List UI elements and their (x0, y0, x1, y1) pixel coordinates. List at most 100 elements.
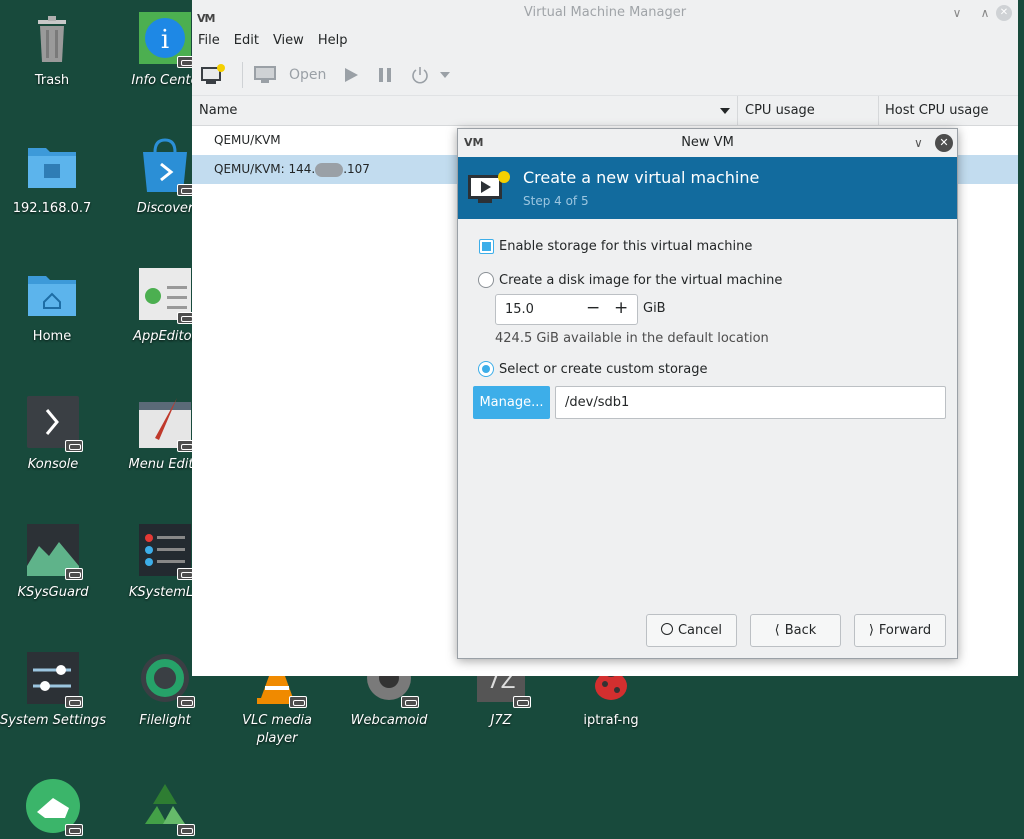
increment-icon[interactable]: + (614, 298, 628, 318)
menu-help[interactable]: Help (318, 33, 348, 48)
desktop-icon-label: Filelight (139, 713, 191, 728)
new-vm-dialog: VM New VM ∨ ✕ Create a new virtual machi… (457, 128, 958, 659)
dialog-close-icon[interactable]: ✕ (935, 134, 953, 152)
storage-path-field[interactable]: /dev/sdb1 (555, 386, 946, 419)
chevron-left-icon: ⟨ (774, 623, 780, 638)
link-icon (177, 696, 195, 708)
link-icon (65, 696, 83, 708)
back-button[interactable]: ⟨ Back (750, 614, 841, 647)
desktop-icon-label: KSysGuard (17, 585, 89, 600)
menu-view[interactable]: View (273, 33, 304, 48)
konsole-icon (25, 394, 83, 452)
column-name[interactable]: Name (199, 103, 237, 118)
toolbar: Open (192, 54, 1018, 96)
dialog-titlebar: VM New VM ∨ ✕ (458, 129, 957, 157)
dialog-body: Enable storage for this virtual machine … (458, 219, 957, 658)
desktop-icon-trash[interactable]: Trash (0, 10, 107, 90)
desktop-icon-home[interactable]: Home (0, 266, 107, 346)
desktop-icon-label: System Settings (0, 713, 106, 728)
power-icon (412, 66, 429, 83)
close-window-icon[interactable]: ✕ (996, 5, 1012, 21)
forward-button[interactable]: ⟩ Forward (854, 614, 946, 647)
manage-button[interactable]: Manage... (473, 386, 550, 419)
enable-storage-label: Enable storage for this virtual machine (499, 239, 753, 254)
link-icon (289, 696, 307, 708)
maximize-chevron-icon[interactable]: ∧ (976, 4, 994, 22)
ksystemlog-icon (137, 522, 195, 580)
desktop-icon-network-folder[interactable]: 192.168.0.7 (0, 138, 107, 218)
forward-label: Forward (878, 623, 932, 638)
app-logo-icon: VM (464, 136, 484, 149)
column-host-cpu-usage[interactable]: Host CPU usage (885, 103, 989, 118)
menubar: File Edit View Help (192, 26, 1018, 54)
link-icon (401, 696, 419, 708)
recycle-icon (137, 778, 195, 836)
chevron-right-icon: ⟩ (868, 623, 874, 638)
dropdown-arrow-icon (440, 71, 451, 78)
disk-size-unit: GiB (643, 301, 666, 316)
menu-file[interactable]: File (198, 33, 220, 48)
desktop-icon-label: 192.168.0.7 (12, 201, 92, 216)
pause-icon (379, 67, 392, 82)
sort-arrow-icon (720, 108, 730, 114)
connection-label-prefix: QEMU/KVM: 144. (214, 162, 316, 176)
shutdown-button[interactable] (410, 65, 430, 85)
toolbar-separator (242, 61, 243, 88)
trash-icon (24, 10, 80, 66)
dialog-minimize-chevron-icon[interactable]: ∨ (914, 129, 923, 157)
shutdown-menu-dropdown[interactable] (440, 71, 451, 79)
link-icon (65, 440, 83, 452)
open-label: Open (289, 66, 327, 83)
desktop-icon-konsole[interactable]: Konsole (0, 394, 108, 474)
menu-edit[interactable]: Edit (234, 33, 259, 48)
anteater-app-icon (25, 778, 83, 836)
monitor-icon (254, 65, 276, 83)
column-divider (878, 96, 879, 126)
link-icon (65, 568, 83, 580)
new-vm-button[interactable] (200, 63, 226, 87)
desktop-icon-system-settings[interactable]: System Settings (0, 650, 108, 730)
available-space-text: 424.5 GiB available in the default locat… (495, 331, 769, 346)
desktop-icon-anteater[interactable] (0, 778, 108, 839)
cancel-icon (660, 623, 673, 635)
home-folder-icon (24, 266, 80, 322)
desktop-icon-label: Home (32, 329, 72, 344)
back-label: Back (784, 623, 817, 638)
run-button[interactable] (342, 66, 360, 84)
new-vm-icon (201, 63, 225, 84)
vm-list-header: Name CPU usage Host CPU usage (192, 96, 1018, 126)
disk-size-value: 15.0 (505, 302, 534, 317)
decrement-icon[interactable]: − (586, 298, 600, 318)
create-disk-radio[interactable] (478, 272, 494, 288)
pause-button[interactable] (376, 66, 394, 84)
link-icon (513, 696, 531, 708)
open-button[interactable]: Open (253, 64, 326, 86)
create-disk-label: Create a disk image for the virtual mach… (499, 273, 783, 288)
custom-storage-radio[interactable] (478, 361, 494, 377)
app-logo-icon: VM (197, 12, 215, 25)
desktop-icon-label: VLC media (242, 713, 312, 728)
svg-text:i: i (161, 25, 169, 55)
desktop-icon-label: Trash (34, 73, 70, 88)
dialog-header-title: Create a new virtual machine (523, 168, 760, 187)
desktop-icon-ksysguard[interactable]: KSysGuard (0, 522, 108, 602)
disk-size-stepper[interactable]: 15.0 − + (495, 294, 638, 325)
desktop-icon-label: player (256, 731, 298, 746)
dialog-header: Create a new virtual machine Step 4 of 5 (458, 157, 957, 219)
desktop-icon-label: Konsole (27, 457, 79, 472)
system-settings-icon (25, 650, 83, 708)
appeditor-icon (137, 266, 195, 324)
connection-label: QEMU/KVM (214, 133, 281, 147)
minimize-chevron-icon[interactable]: ∨ (948, 4, 966, 22)
column-divider (737, 96, 738, 126)
enable-storage-checkbox[interactable] (479, 239, 494, 254)
cancel-label: Cancel (677, 623, 723, 638)
column-cpu-usage[interactable]: CPU usage (745, 103, 815, 118)
network-folder-icon (24, 138, 80, 194)
new-vm-monitor-icon (468, 171, 510, 203)
cancel-button[interactable]: Cancel (646, 614, 737, 647)
desktop-icon-recycle[interactable] (110, 778, 220, 839)
link-icon (177, 824, 195, 836)
menu-editor-icon (137, 394, 195, 452)
ksysguard-icon (25, 522, 83, 580)
